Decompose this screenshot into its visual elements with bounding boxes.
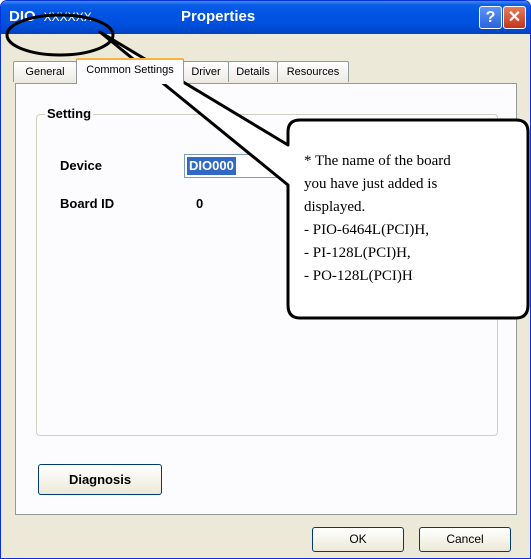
callout-line: displayed. <box>304 199 366 215</box>
callout-line: - PIO-6464L(PCI)H, <box>304 222 429 238</box>
callout-line: * The name of the board <box>304 153 451 169</box>
callout-line: - PO-128L(PCI)H <box>304 268 413 284</box>
callout-text: * The name of the board you have just ad… <box>304 150 524 288</box>
tab-common-settings[interactable]: Common Settings <box>76 58 184 84</box>
callout-line: - PI-128L(PCI)H, <box>304 245 411 261</box>
title-highlight-ellipse <box>5 13 115 57</box>
callout-line: you have just added is <box>304 176 438 192</box>
